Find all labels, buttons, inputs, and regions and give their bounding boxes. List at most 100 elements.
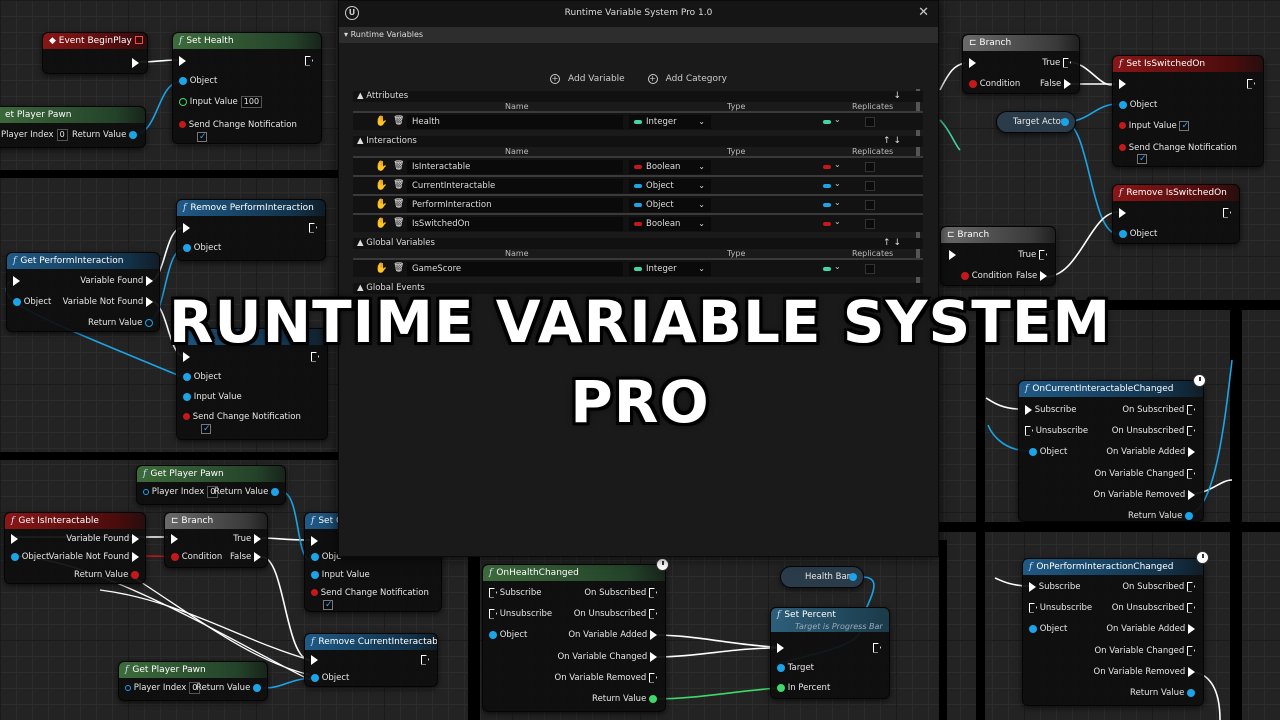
onhealthchanged-node[interactable]: f OnHealthChanged Subscribe On Subscribed… xyxy=(482,564,666,712)
replicates-checkbox[interactable] xyxy=(865,117,875,127)
get-player-pawn-node[interactable]: f Get Player Pawn Player Index 0 Return Va… xyxy=(118,661,268,701)
get-isinteractable-node[interactable]: f Get IsInteractable Variable Found Objec… xyxy=(4,512,146,584)
false-pin[interactable] xyxy=(1064,78,1071,89)
false-pin[interactable] xyxy=(254,551,261,562)
object-pin[interactable] xyxy=(1029,447,1037,456)
exec-in-pin[interactable] xyxy=(311,654,318,665)
exec-out-pin[interactable] xyxy=(305,55,313,66)
container-type-pill[interactable] xyxy=(823,184,831,188)
section-header[interactable]: ▾ Runtime Variables xyxy=(339,27,938,43)
get-player-pawn-node[interactable]: et Player Pawn Player Index 0 Return Valu… xyxy=(0,106,146,148)
subscribe-pin[interactable] xyxy=(1029,581,1036,592)
move-arrows-icon[interactable]: ↑ ↓ xyxy=(883,136,901,147)
replicates-checkbox[interactable] xyxy=(865,162,875,172)
condition-pin[interactable] xyxy=(961,271,969,280)
add-category-button[interactable]: + Add Category xyxy=(643,74,732,84)
event-beginplay-node[interactable]: ◆ Event BeginPlay xyxy=(42,32,148,74)
unsubscribe-pin[interactable] xyxy=(1029,602,1037,613)
branch-node[interactable]: ⊏ Branch True Condition False xyxy=(164,512,268,568)
trash-icon[interactable]: 🗑 xyxy=(393,199,404,209)
onperforminteractionchanged-node[interactable]: f OnPerformInteractionChanged Subscribe O… xyxy=(1022,558,1204,706)
exec-in-pin[interactable] xyxy=(11,533,18,544)
true-pin[interactable] xyxy=(254,533,261,544)
condition-pin[interactable] xyxy=(969,79,977,88)
exec-in-pin[interactable] xyxy=(179,55,186,66)
variable-not-found-pin[interactable] xyxy=(132,551,139,562)
exec-in-pin[interactable] xyxy=(969,57,976,68)
close-icon[interactable]: ✕ xyxy=(918,5,929,20)
object-pin[interactable] xyxy=(1029,624,1037,633)
variable-type-dropdown[interactable]: Integer ⌄ xyxy=(629,262,711,276)
false-pin[interactable] xyxy=(1040,270,1047,281)
condition-pin[interactable] xyxy=(171,552,179,561)
trash-icon[interactable]: 🗑 xyxy=(393,116,404,126)
notify-checkbox[interactable] xyxy=(323,599,333,611)
replicates-checkbox[interactable] xyxy=(865,264,875,274)
player-index-field[interactable]: 0 xyxy=(56,129,68,141)
input-value-field[interactable]: 100 xyxy=(240,96,263,108)
on-variable-added-pin[interactable] xyxy=(650,629,657,640)
notify-checkbox[interactable] xyxy=(197,131,207,143)
variable-row[interactable]: ✋ 🗑 GameScore Integer ⌄ ⌄ xyxy=(353,258,923,277)
variable-type-dropdown[interactable]: Integer ⌄ xyxy=(629,115,711,129)
variable-name-field[interactable]: PerformInteraction xyxy=(407,198,623,212)
variable-name-field[interactable]: IsSwitchedOn xyxy=(407,217,623,231)
chevron-down-icon[interactable]: ⌄ xyxy=(834,179,841,188)
move-arrows-icon[interactable]: ↑ ↓ xyxy=(883,238,901,249)
health-bar-pin[interactable] xyxy=(849,572,857,581)
on-variable-added-pin[interactable] xyxy=(1188,446,1195,457)
input-value-pin[interactable] xyxy=(311,570,319,579)
object-pin[interactable] xyxy=(311,552,319,561)
on-variable-removed-pin[interactable] xyxy=(1188,489,1195,500)
container-type-pill[interactable] xyxy=(823,203,831,207)
variable-found-pin[interactable] xyxy=(132,533,139,544)
input-value-pin[interactable] xyxy=(179,97,187,106)
variable-row[interactable]: ✋ 🗑 PerformInteraction Object ⌄ ⌄ xyxy=(353,194,923,213)
true-pin[interactable] xyxy=(1039,249,1047,260)
unsubscribe-pin[interactable] xyxy=(489,608,497,619)
set-health-node[interactable]: f Set Health Object Input Value 100 Send C… xyxy=(172,32,322,144)
input-value-checkbox[interactable] xyxy=(1179,120,1190,132)
container-type-pill[interactable] xyxy=(823,120,831,124)
exec-in-pin[interactable] xyxy=(183,222,190,233)
exec-out-pin[interactable] xyxy=(421,654,429,665)
object-pin[interactable] xyxy=(179,76,187,85)
return-value-pin[interactable] xyxy=(253,683,261,692)
replicates-checkbox[interactable] xyxy=(865,200,875,210)
add-variable-button[interactable]: + Add Variable xyxy=(545,74,630,84)
runtime-variables-dialog[interactable]: U Runtime Variable System Pro 1.0 ✕ ▾ Ru… xyxy=(338,0,939,557)
object-pin[interactable] xyxy=(1119,100,1127,109)
exec-in-pin[interactable] xyxy=(1119,207,1126,218)
on-variable-changed-pin[interactable] xyxy=(1187,468,1195,479)
chevron-down-icon[interactable]: ⌄ xyxy=(834,160,841,169)
variable-name-field[interactable]: IsInteractable xyxy=(407,160,623,174)
exec-out-pin[interactable] xyxy=(873,642,881,653)
object-pin[interactable] xyxy=(183,243,191,252)
chevron-down-icon[interactable]: ⌄ xyxy=(834,262,841,271)
drag-handle-icon[interactable]: ✋ xyxy=(375,161,387,172)
variable-type-dropdown[interactable]: Object ⌄ xyxy=(629,198,711,212)
chevron-down-icon[interactable]: ⌄ xyxy=(834,198,841,207)
chevron-down-icon[interactable]: ⌄ xyxy=(834,115,841,124)
trash-icon[interactable]: 🗑 xyxy=(393,263,404,273)
object-pin[interactable] xyxy=(311,673,319,682)
remove-currentinteractable-node[interactable]: f Remove CurrentInteractable Object xyxy=(304,633,438,687)
get-player-pawn-node[interactable]: f Get Player Pawn Player Index 0 Return Va… xyxy=(136,465,286,505)
exec-in-pin[interactable] xyxy=(1119,78,1126,89)
on-variable-changed-pin[interactable] xyxy=(1187,645,1195,656)
target-actor-pin[interactable] xyxy=(1061,117,1069,126)
target-pin[interactable] xyxy=(777,663,785,672)
variable-type-dropdown[interactable]: Boolean ⌄ xyxy=(629,160,711,174)
chevron-down-icon[interactable]: ⌄ xyxy=(834,217,841,226)
on-subscribed-pin[interactable] xyxy=(649,587,657,598)
on-variable-removed-pin[interactable] xyxy=(1188,666,1195,677)
variable-row[interactable]: ✋ 🗑 CurrentInteractable Object ⌄ ⌄ xyxy=(353,175,923,194)
input-value-pin[interactable] xyxy=(1119,122,1126,129)
in-percent-pin[interactable] xyxy=(777,683,785,692)
variable-row[interactable]: ✋ 🗑 Health Integer ⌄ ⌄ xyxy=(353,111,923,130)
return-value-pin[interactable] xyxy=(649,694,657,703)
exec-out-pin[interactable] xyxy=(1223,207,1231,218)
subscribe-pin[interactable] xyxy=(489,587,497,598)
container-type-pill[interactable] xyxy=(823,165,831,169)
trash-icon[interactable]: 🗑 xyxy=(393,180,404,190)
